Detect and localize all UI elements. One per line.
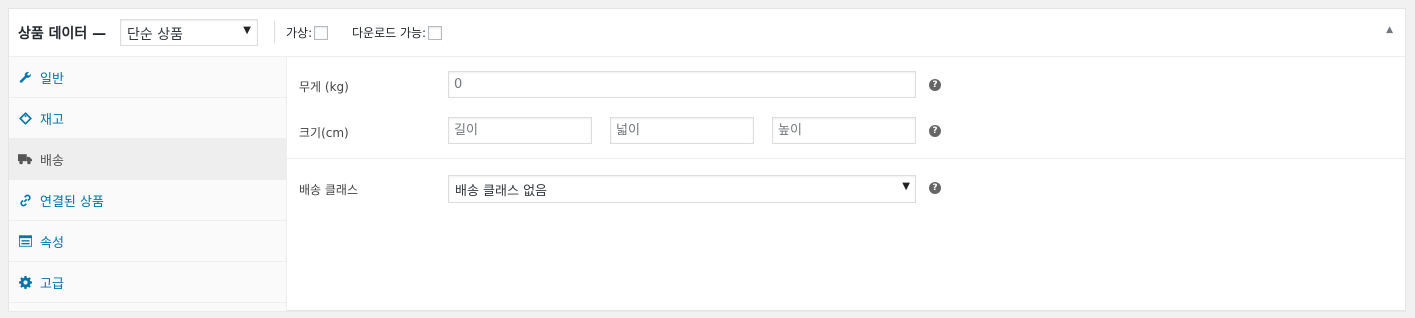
downloadable-option[interactable]: 다운로드 가능: — [352, 24, 443, 41]
virtual-option[interactable]: 가상: — [286, 24, 329, 41]
product-data-tabs: 일반 재고 배송 연결된 상품 속성 고급 — [9, 57, 287, 311]
downloadable-label: 다운로드 가능: — [352, 26, 427, 40]
weight-input[interactable] — [448, 71, 916, 98]
product-data-panel: 상품 데이터 — 단순 상품 ▼ 가상: 다운로드 가능: ▲ 일반 재고 배송… — [8, 8, 1406, 311]
virtual-label: 가상: — [286, 26, 313, 40]
shipping-class-help-icon[interactable]: ? — [929, 182, 941, 194]
tab-inventory[interactable]: 재고 — [9, 98, 286, 139]
length-input[interactable] — [448, 117, 592, 144]
tab-attributes-label: 속성 — [40, 235, 64, 251]
tag-icon — [18, 111, 32, 125]
downloadable-checkbox[interactable] — [428, 25, 443, 40]
tab-general[interactable]: 일반 — [9, 57, 286, 98]
panel-header: 상품 데이터 — 단순 상품 ▼ 가상: 다운로드 가능: ▲ — [9, 9, 1405, 57]
triangle-up-icon[interactable]: ▲ — [1386, 25, 1393, 35]
virtual-checkbox[interactable] — [314, 25, 329, 40]
product-type-select[interactable]: 단순 상품 ▼ — [120, 19, 258, 46]
tab-linked-products-label: 연결된 상품 — [40, 194, 104, 210]
weight-help-icon[interactable]: ? — [929, 79, 941, 91]
gear-icon — [18, 275, 32, 289]
shipping-panel: 무게 (kg) ? 크기(cm) ? 배송 클래스 배송 클래스 없음 ▼ ? — [287, 57, 1405, 311]
shipping-class-label: 배송 클래스 — [299, 183, 359, 197]
section-divider — [287, 158, 1405, 159]
header-separator — [274, 21, 275, 43]
shipping-class-value: 배송 클래스 없음 — [455, 184, 547, 199]
link-icon — [18, 193, 32, 207]
dropdown-arrow-icon: ▼ — [902, 181, 910, 192]
tab-advanced-label: 고급 — [40, 276, 64, 292]
tab-inventory-label: 재고 — [40, 112, 64, 128]
dropdown-arrow-icon: ▼ — [243, 25, 251, 36]
list-table-icon — [18, 234, 32, 248]
wrench-icon — [18, 70, 32, 84]
panel-title: 상품 데이터 — — [18, 26, 107, 42]
tab-attributes[interactable]: 속성 — [9, 221, 286, 262]
product-type-value: 단순 상품 — [127, 27, 183, 43]
truck-icon — [18, 152, 32, 166]
dimensions-help-icon[interactable]: ? — [929, 125, 941, 137]
width-input[interactable] — [610, 117, 754, 144]
tab-shipping-label: 배송 — [40, 153, 64, 169]
tab-shipping[interactable]: 배송 — [9, 139, 286, 180]
dimensions-label: 크기(cm) — [299, 126, 349, 140]
tab-advanced[interactable]: 고급 — [9, 262, 286, 303]
tab-linked-products[interactable]: 연결된 상품 — [9, 180, 286, 221]
weight-label: 무게 (kg) — [299, 80, 349, 94]
height-input[interactable] — [772, 117, 916, 144]
shipping-class-select[interactable]: 배송 클래스 없음 ▼ — [448, 175, 916, 203]
tab-general-label: 일반 — [40, 71, 64, 87]
